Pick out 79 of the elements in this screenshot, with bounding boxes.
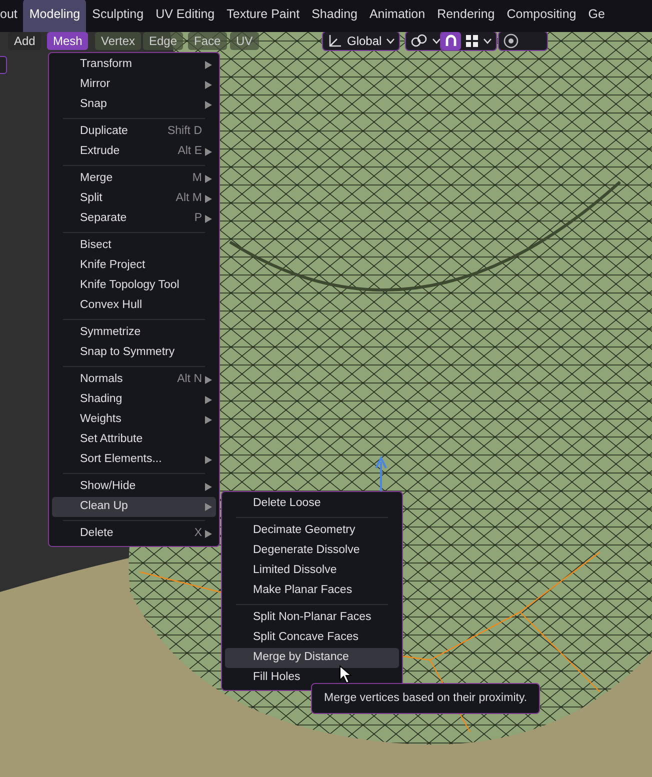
shortcut-label: P [194,211,202,226]
shortcut-label: Shift D [167,124,202,140]
proportional-edit-toggle[interactable] [498,32,548,51]
snap-dropdown[interactable] [440,32,497,51]
menu-item[interactable]: Merge by Distance [225,648,399,668]
shortcut-label: Alt M [176,191,202,206]
workspace-tab[interactable]: Rendering [431,0,501,32]
menu-item[interactable]: Split Non-Planar Faces [225,608,399,628]
menu-item[interactable]: Bisect [52,236,216,256]
menu-item[interactable]: Split Alt M [52,189,216,209]
menu-item[interactable]: Separate P [52,209,216,229]
submenu-arrow-icon [205,101,212,109]
axes-icon [327,33,343,49]
submenu-arrow-icon [205,503,212,511]
shortcut-label: M [192,171,202,186]
submenu-arrow-icon [205,175,212,183]
menu-item[interactable]: Knife Project [52,256,216,276]
tooltip: Merge vertices based on their proximity. [311,683,540,714]
menu-item[interactable]: Snap to Symmetry [52,343,216,363]
header-menu[interactable]: UV [230,32,259,50]
menu-item[interactable]: Delete X [52,524,216,544]
menu-item[interactable]: Delete Loose [225,494,399,514]
header-menu[interactable]: Mesh [47,32,88,50]
submenu-arrow-icon [205,376,212,384]
submenu-arrow-icon [205,396,212,404]
submenu-arrow-icon [205,416,212,424]
link-icon [410,33,428,49]
header-menu[interactable]: Edge [143,32,184,50]
chevron-icon [432,38,441,44]
header-menu[interactable]: Vertex [95,32,142,50]
shortcut-label: Alt E [178,144,202,160]
menu-item[interactable]: Extrude Alt E [52,142,216,162]
menu-item[interactable]: Transform [52,55,216,75]
submenu-arrow-icon [205,195,212,203]
chevron-icon [386,38,395,44]
workspace-tab[interactable]: UV Editing [150,0,221,32]
shortcut-label: X [194,526,202,542]
submenu-arrow-icon [205,456,212,464]
menu-item[interactable]: Snap [52,95,216,115]
workspace-tab[interactable]: Animation [363,0,432,32]
submenu-arrow-icon [205,215,212,223]
menu-item[interactable]: Merge M [52,169,216,189]
workspace-tab[interactable]: out [0,0,24,32]
menu-item[interactable]: Mirror [52,75,216,95]
menu-item[interactable]: Normals Alt N [52,370,216,390]
magnet-icon [441,32,461,50]
grid-icon [465,34,479,48]
submenu-arrow-icon [205,148,212,156]
menu-item[interactable]: Weights [52,410,216,430]
orientation-value: Global [347,33,382,50]
workspace-tab[interactable]: Compositing [500,0,582,32]
workspace-tab[interactable]: Ge [582,0,611,32]
menu-item[interactable]: Convex Hull [52,296,216,316]
menu-item[interactable]: Clean Up [52,497,216,517]
workspace-tab[interactable]: Texture Paint [220,0,306,32]
workspace-tab[interactable]: Modeling [23,0,86,32]
menu-item[interactable]: Decimate Geometry [225,521,399,541]
menu-item[interactable]: Shading [52,390,216,410]
menu-item[interactable]: Sort Elements... [52,450,216,470]
menu-item[interactable]: Degenerate Dissolve [225,541,399,561]
menu-item[interactable]: Split Concave Faces [225,628,399,648]
header-menu[interactable]: Face [188,32,227,50]
submenu-arrow-icon [205,530,212,538]
workspace-tab[interactable]: Shading [306,0,364,32]
menu-item[interactable]: Make Planar Faces [225,581,399,601]
header-menu[interactable]: Add [8,32,42,50]
shortcut-label: Alt N [177,372,202,388]
menu-item[interactable]: Symmetrize [52,323,216,343]
menu-item[interactable]: Duplicate Shift D [52,122,216,142]
menu-item[interactable]: Set Attribute [52,430,216,450]
target-icon [503,33,519,49]
menu-item[interactable]: Limited Dissolve [225,561,399,581]
submenu-arrow-icon [205,61,212,69]
workspace-tab[interactable]: Sculpting [86,0,150,32]
menu-item[interactable]: Knife Topology Tool [52,276,216,296]
orientation-dropdown[interactable]: Global [322,32,400,51]
submenu-arrow-icon [205,81,212,89]
chevron-icon [483,38,492,44]
mouse-cursor-icon [339,665,352,684]
